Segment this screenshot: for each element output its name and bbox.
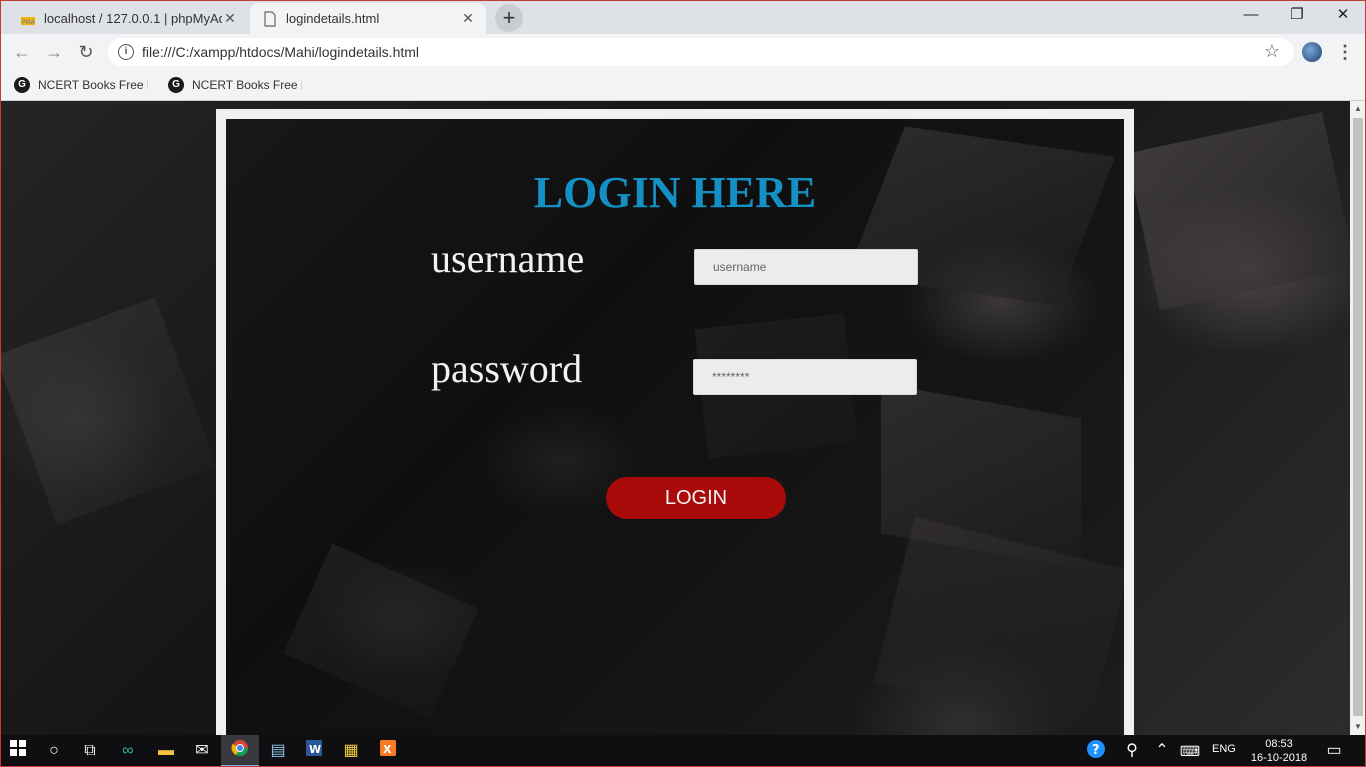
scroll-up-icon[interactable]: ▲	[1350, 101, 1366, 117]
url-text[interactable]: file:///C:/xampp/htdocs/Mahi/logindetail…	[142, 44, 419, 60]
tab-phpmyadmin[interactable]: PMA localhost / 127.0.0.1 | phpMyAdm ✕	[8, 3, 248, 34]
notepad-icon[interactable]: ▦	[339, 739, 363, 763]
keyboard-icon[interactable]: ⌨	[1178, 739, 1202, 763]
svg-text:PMA: PMA	[22, 19, 36, 26]
word-icon[interactable]: W	[302, 739, 326, 763]
pma-icon: PMA	[21, 16, 36, 26]
bookmark-item[interactable]: G NCERT Books Free PD	[14, 76, 148, 94]
chrome-icon[interactable]	[228, 739, 252, 763]
bookmark-label: NCERT Books Free PD	[192, 78, 302, 92]
new-tab-button[interactable]: +	[495, 4, 523, 32]
username-label: username	[431, 236, 585, 281]
forward-arrow-icon[interactable]: →	[42, 40, 66, 64]
mail-icon[interactable]: ✉	[190, 739, 214, 763]
bookmark-item[interactable]: G NCERT Books Free PD	[168, 76, 302, 94]
address-bar[interactable]: i file:///C:/xampp/htdocs/Mahi/logindeta…	[108, 38, 1294, 66]
help-icon[interactable]: ?	[1084, 739, 1108, 763]
bookmarks-bar: G NCERT Books Free PD G NCERT Books Free…	[0, 70, 1366, 101]
back-arrow-icon[interactable]: ←	[10, 40, 34, 64]
page-title: LOGIN HERE	[533, 168, 817, 217]
windows-taskbar: ○ ⧉ ∞ ▬ ✉ ▤ W ▦ X ? ⚲ ⌃ ⌨ ENG 08:53 16-1…	[0, 735, 1366, 767]
vertical-scrollbar[interactable]: ▲ ▼	[1350, 101, 1366, 735]
info-icon[interactable]: i	[118, 44, 134, 60]
password-input[interactable]	[693, 359, 917, 395]
clock-time: 08:53	[1265, 738, 1293, 750]
notes-icon[interactable]: ▤	[266, 739, 290, 763]
google-icon: G	[14, 77, 30, 93]
close-tab-icon[interactable]: ✕	[222, 10, 238, 27]
tray-expand-icon[interactable]: ⌃	[1150, 739, 1174, 763]
tab-strip: PMA localhost / 127.0.0.1 | phpMyAdm ✕ l…	[0, 0, 1366, 34]
close-tab-icon[interactable]: ✕	[460, 10, 476, 27]
profile-avatar[interactable]	[1302, 42, 1322, 62]
bookmark-label: NCERT Books Free PD	[38, 78, 148, 92]
scroll-down-icon[interactable]: ▼	[1350, 719, 1366, 735]
scroll-thumb[interactable]	[1353, 118, 1363, 716]
tab-logindetails[interactable]: logindetails.html ✕	[250, 3, 486, 34]
login-card: LOGIN HERE username password LOGIN	[216, 109, 1134, 735]
people-icon[interactable]: ⚲	[1120, 739, 1144, 763]
bookmark-star-icon[interactable]: ☆	[1264, 41, 1280, 62]
clock[interactable]: 08:53 16-10-2018	[1248, 737, 1310, 765]
notification-icon[interactable]: ▭	[1322, 739, 1346, 763]
clock-date: 16-10-2018	[1250, 752, 1308, 764]
arduino-icon[interactable]: ∞	[116, 739, 140, 763]
windows-start-icon[interactable]	[6, 739, 30, 763]
language-indicator[interactable]: ENG	[1212, 743, 1236, 755]
page-viewport: LOGIN HERE username password LOGIN	[1, 101, 1350, 735]
login-button[interactable]: LOGIN	[606, 477, 786, 519]
browser-toolbar: ← → ↻ i file:///C:/xampp/htdocs/Mahi/log…	[0, 34, 1366, 70]
minimize-button[interactable]: —	[1228, 0, 1274, 30]
password-label: password	[431, 346, 583, 391]
background-shape	[1, 297, 217, 525]
page-icon	[264, 10, 276, 27]
svg-text:X: X	[383, 743, 392, 756]
google-icon: G	[168, 77, 184, 93]
tab-title: localhost / 127.0.0.1 | phpMyAdm	[44, 11, 222, 26]
username-input[interactable]	[694, 249, 918, 285]
file-explorer-icon[interactable]: ▬	[154, 739, 178, 763]
search-circle-icon[interactable]: ○	[42, 739, 66, 763]
svg-text:?: ?	[1092, 743, 1100, 758]
xampp-icon[interactable]: X	[376, 739, 400, 763]
restore-button[interactable]: ❐	[1274, 0, 1320, 30]
reload-icon[interactable]: ↻	[74, 40, 98, 64]
menu-icon[interactable]: ⋮	[1336, 40, 1354, 64]
close-window-button[interactable]: ✕	[1320, 0, 1366, 30]
tab-title: logindetails.html	[286, 11, 380, 26]
background-shape	[1126, 111, 1350, 311]
task-view-icon[interactable]: ⧉	[78, 739, 102, 763]
svg-text:W: W	[309, 743, 321, 756]
